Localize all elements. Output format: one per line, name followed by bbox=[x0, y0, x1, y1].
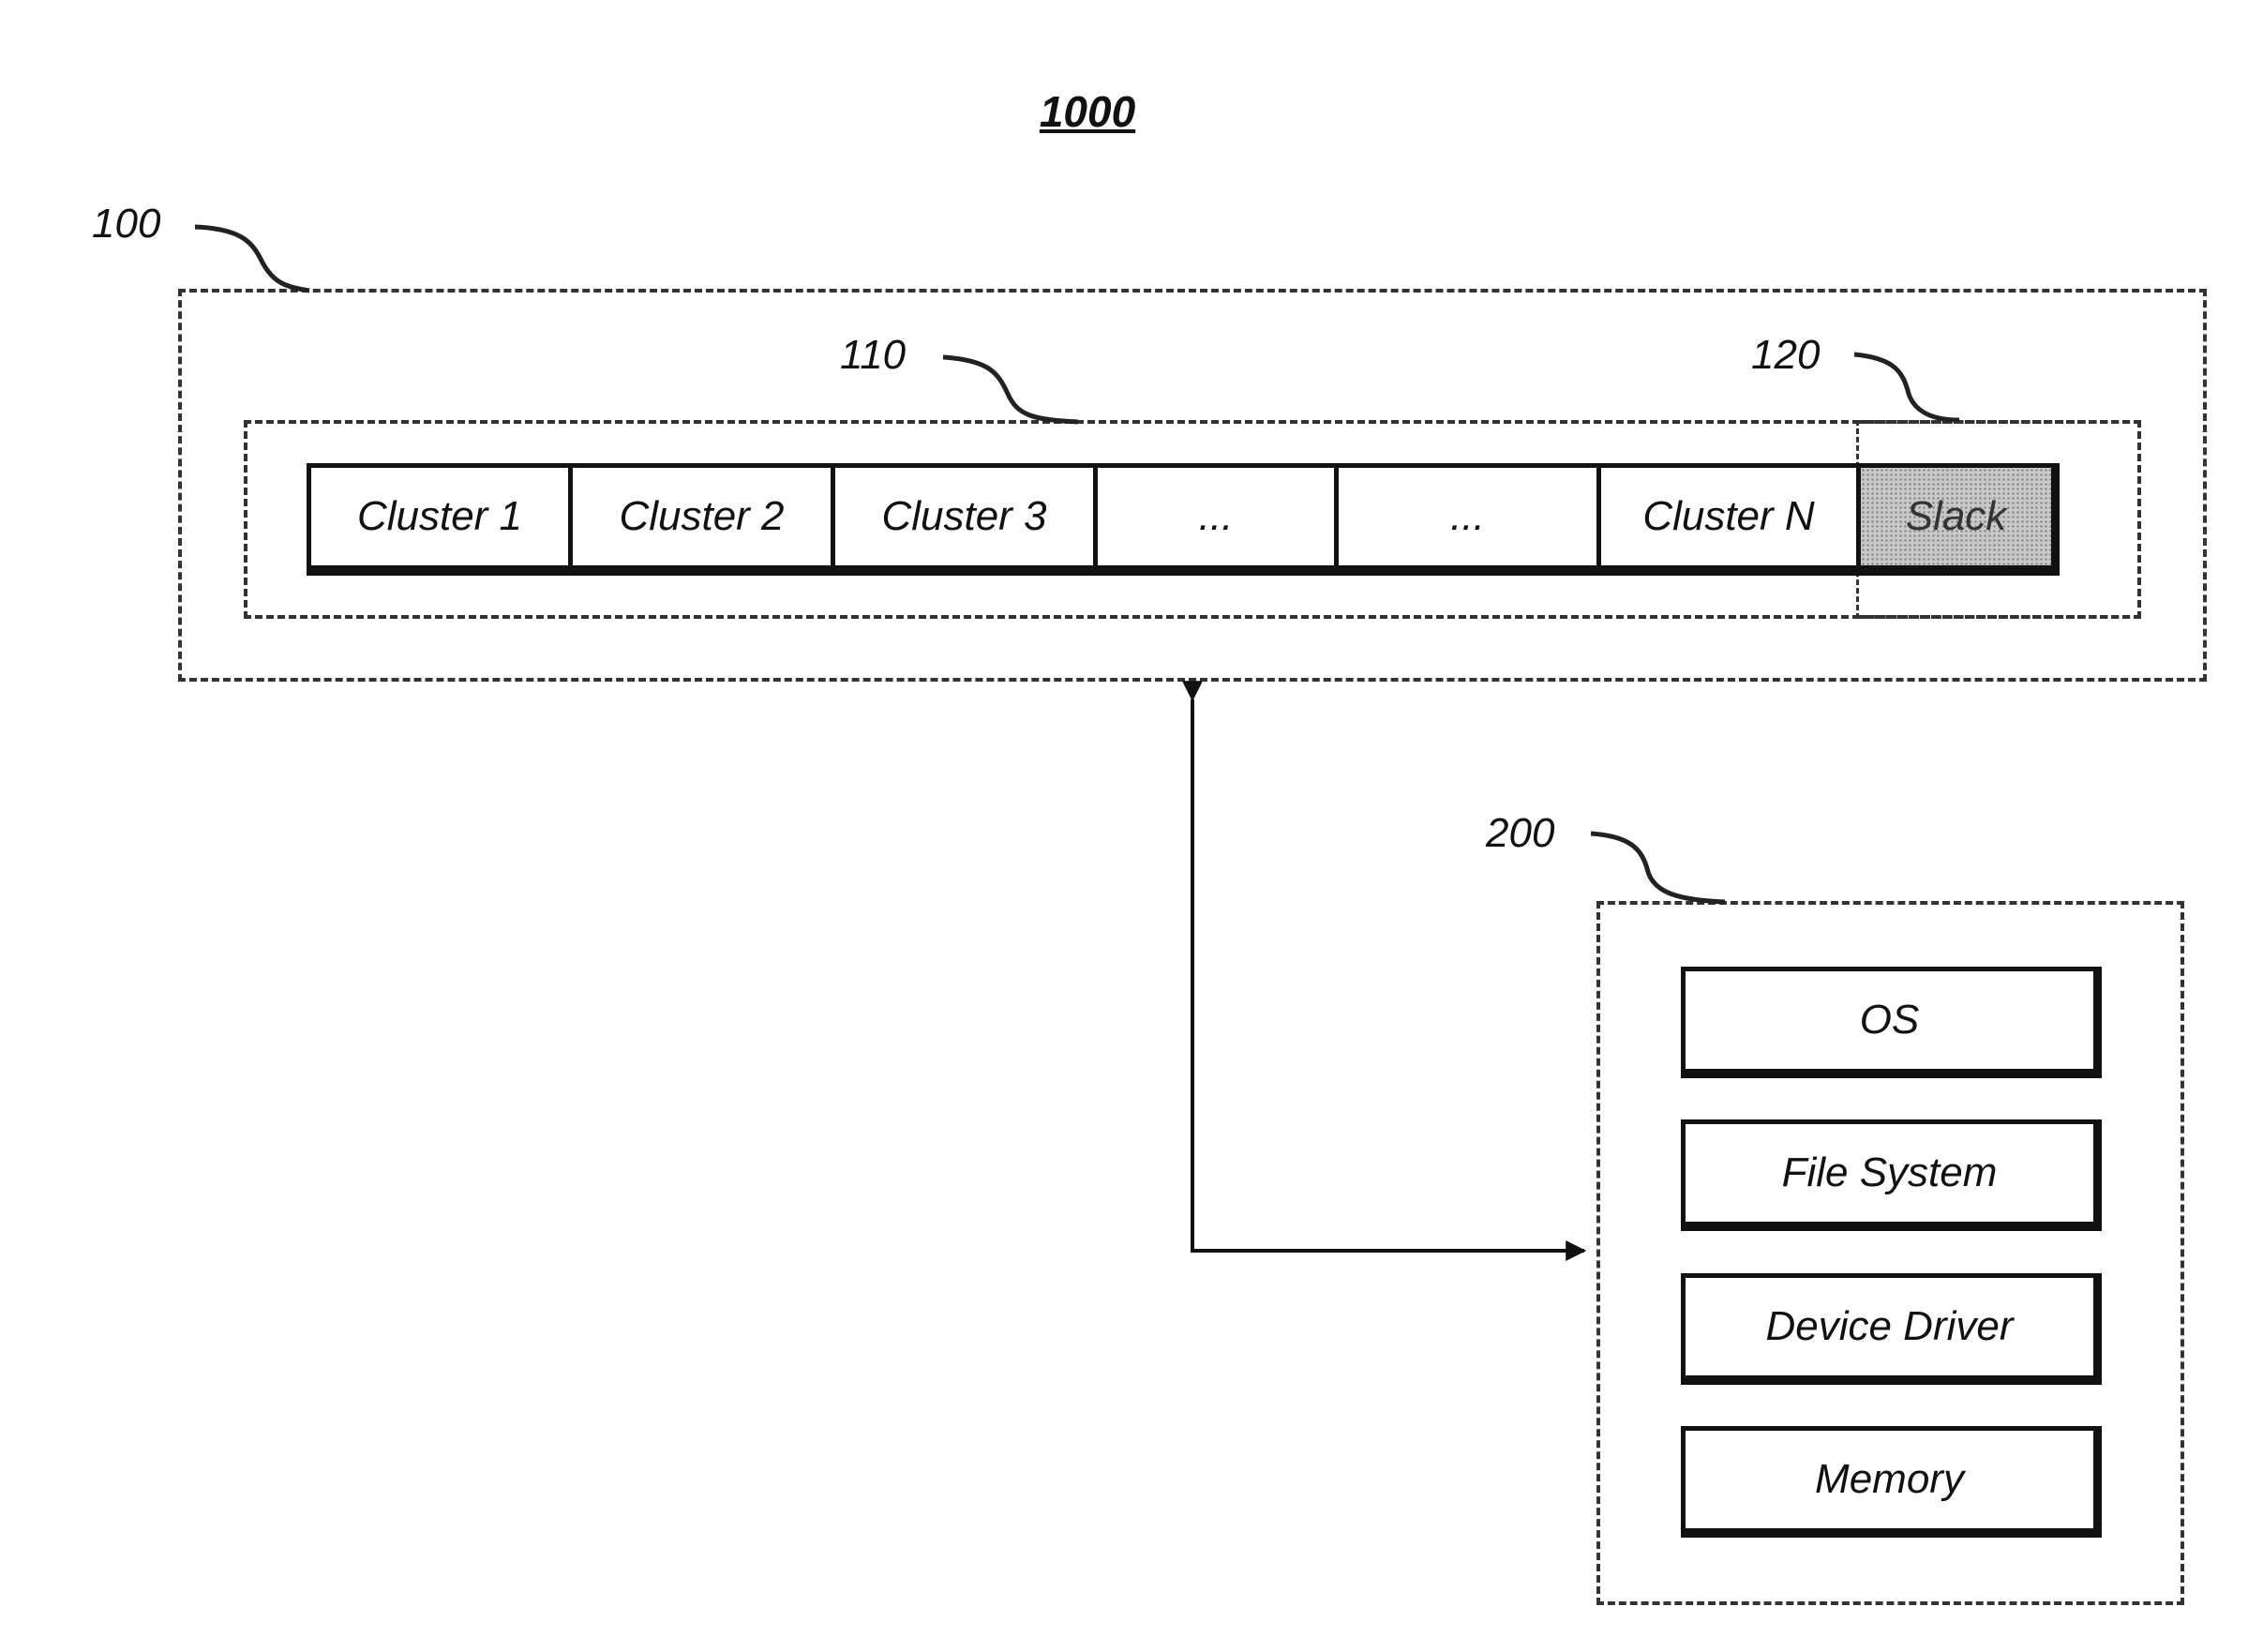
leader-line-120 bbox=[1853, 352, 1960, 423]
connection-arrow bbox=[1182, 681, 1587, 1261]
leader-line-100 bbox=[194, 224, 310, 293]
leader-line-110 bbox=[942, 354, 1079, 425]
connectors bbox=[194, 224, 1960, 1261]
leader-line-200 bbox=[1590, 831, 1726, 905]
